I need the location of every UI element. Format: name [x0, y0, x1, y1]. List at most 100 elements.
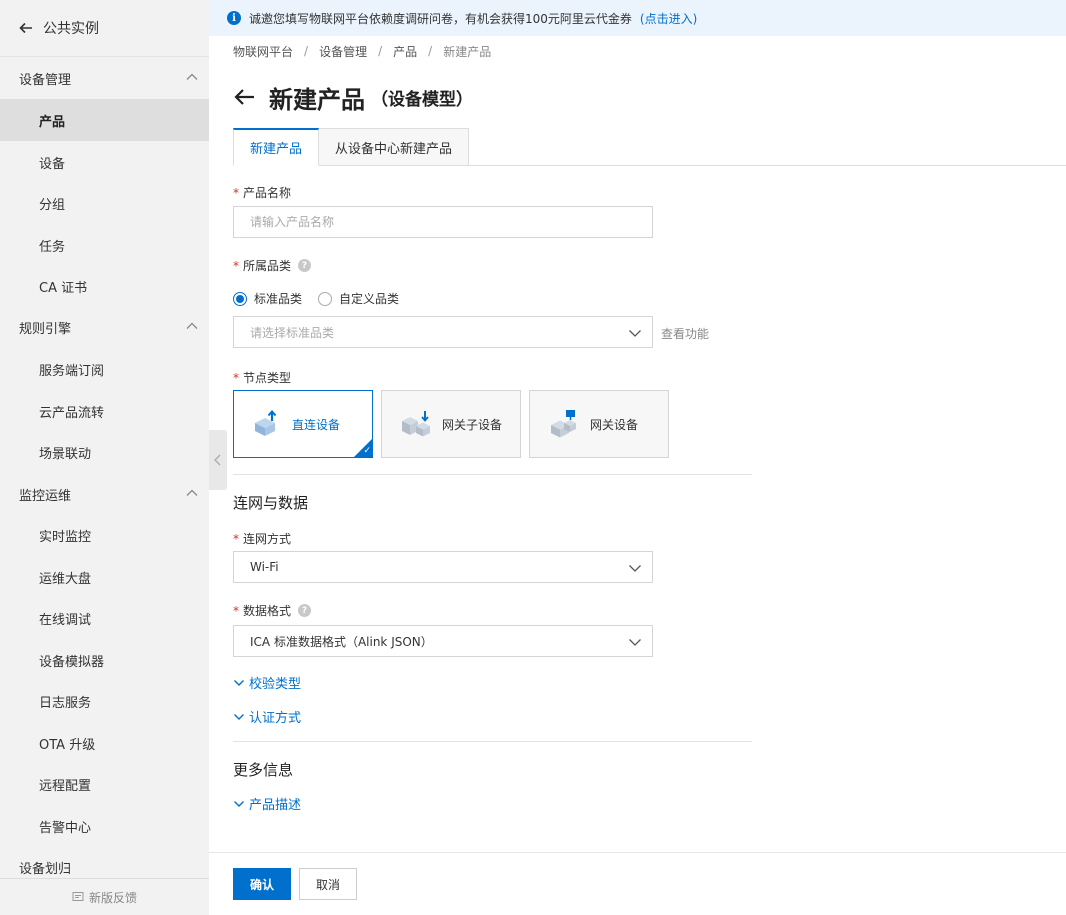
sidebar-item-group[interactable]: 分组	[0, 182, 209, 224]
data-format-select[interactable]: ICA 标准数据格式（Alink JSON）	[233, 625, 653, 657]
back-arrow-icon[interactable]	[233, 88, 255, 106]
gateway-device-icon	[551, 410, 576, 438]
tab-new-product[interactable]: 新建产品	[233, 128, 320, 166]
sidebar-item-label: OTA 升级	[39, 737, 96, 753]
field-label-text: 产品名称	[243, 186, 292, 200]
chevron-left-icon	[214, 454, 221, 466]
page-header: 新建产品 （设备模型）	[233, 78, 473, 116]
chevron-down-icon	[234, 679, 244, 686]
sidebar-group-label: 规则引擎	[19, 321, 72, 337]
sidebar-group-device-management[interactable]: 设备管理	[0, 57, 209, 99]
sidebar-item-task[interactable]: 任务	[0, 224, 209, 266]
sidebar-item-remote-config[interactable]: 远程配置	[0, 763, 209, 805]
sidebar-item-product[interactable]: 产品	[0, 99, 209, 141]
breadcrumb-item[interactable]: 产品	[393, 43, 417, 60]
sidebar-group-label: 设备划归	[19, 861, 72, 877]
radio-button[interactable]	[233, 291, 247, 306]
chevron-down-icon	[629, 639, 641, 646]
sidebar: 公共实例 设备管理 产品 设备 分组 任务 CA 证书 规则引擎 服务端订阅 云…	[0, 0, 209, 915]
sidebar-item-alert-center[interactable]: 告警中心	[0, 805, 209, 847]
help-icon[interactable]: ?	[298, 259, 312, 272]
tab-from-device-center[interactable]: 从设备中心新建产品	[319, 128, 470, 166]
feedback-button[interactable]: 新版反馈	[0, 878, 209, 915]
sidebar-item-ota-upgrade[interactable]: OTA 升级	[0, 722, 209, 764]
radio-button[interactable]	[318, 291, 333, 306]
sidebar-item-ops-dashboard[interactable]: 运维大盘	[0, 556, 209, 598]
sidebar-item-device[interactable]: 设备	[0, 141, 209, 183]
field-label-text: 连网方式	[243, 532, 292, 546]
auth-method-toggle[interactable]: 认证方式	[233, 707, 301, 726]
direct-device-icon	[255, 409, 277, 436]
breadcrumb-item[interactable]: 物联网平台	[233, 43, 293, 60]
connect-method-label: * 连网方式	[233, 530, 291, 547]
sidebar-item-label: CA 证书	[39, 280, 88, 296]
required-mark: *	[233, 531, 239, 546]
breadcrumb: 物联网平台 / 设备管理 / 产品 / 新建产品	[233, 43, 491, 59]
sidebar-item-label: 远程配置	[39, 778, 92, 794]
select-value: ICA 标准数据格式（Alink JSON）	[250, 634, 433, 649]
network-data-section-title: 连网与数据	[233, 494, 309, 512]
data-format-label: * 数据格式 ?	[233, 602, 312, 619]
view-features-link[interactable]: 查看功能	[661, 325, 709, 342]
select-placeholder: 请选择标准品类	[250, 325, 335, 340]
sidebar-item-data-forwarding[interactable]: 云产品流转	[0, 390, 209, 432]
radio-custom-category[interactable]: 自定义品类	[318, 290, 399, 307]
section-divider	[233, 741, 752, 742]
confirm-button[interactable]: 确认	[233, 868, 291, 900]
sidebar-item-device-simulator[interactable]: 设备模拟器	[0, 639, 209, 681]
sidebar-item-realtime-monitor[interactable]: 实时监控	[0, 514, 209, 556]
survey-notice-bar: i 诚邀您填写物联网平台依赖度调研问卷，有机会获得100元阿里云代金券 (点击进…	[209, 0, 1066, 36]
sidebar-item-ca-cert[interactable]: CA 证书	[0, 265, 209, 307]
chevron-up-icon	[186, 489, 198, 496]
verify-type-toggle[interactable]: 校验类型	[233, 673, 301, 692]
toggle-label: 校验类型	[249, 677, 302, 692]
standard-category-select[interactable]: 请选择标准品类	[233, 316, 653, 348]
product-name-input[interactable]	[233, 206, 653, 238]
chevron-up-icon	[186, 322, 198, 329]
node-type-card-gateway-subdevice[interactable]: 网关子设备	[381, 390, 521, 458]
category-label: * 所属品类 ?	[233, 257, 312, 274]
sidebar-collapse-handle[interactable]	[209, 430, 227, 490]
back-to-instances-button[interactable]: 公共实例	[0, 0, 209, 57]
radio-label: 标准品类	[254, 292, 303, 306]
required-mark: *	[233, 603, 239, 618]
check-icon: ✓	[363, 446, 371, 456]
help-icon[interactable]: ?	[298, 604, 312, 617]
chevron-down-icon	[629, 330, 641, 337]
sidebar-group-monitoring[interactable]: 监控运维	[0, 473, 209, 515]
breadcrumb-separator: /	[428, 44, 433, 58]
node-type-card-direct-device[interactable]: 直连设备 ✓	[233, 390, 373, 458]
sidebar-item-log-service[interactable]: 日志服务	[0, 680, 209, 722]
node-type-label: * 节点类型	[233, 369, 291, 386]
info-icon: i	[227, 11, 241, 25]
sidebar-item-label: 日志服务	[39, 695, 92, 711]
sidebar-item-server-subscription[interactable]: 服务端订阅	[0, 348, 209, 390]
gateway-subdevice-icon	[402, 411, 430, 437]
more-info-section-title: 更多信息	[233, 761, 294, 779]
sidebar-item-online-debug[interactable]: 在线调试	[0, 597, 209, 639]
product-name-label: * 产品名称	[233, 184, 291, 201]
sidebar-group-rule-engine[interactable]: 规则引擎	[0, 306, 209, 348]
field-label-text: 节点类型	[243, 371, 292, 385]
notice-link[interactable]: (点击进入)	[640, 10, 697, 27]
toggle-label: 产品描述	[249, 798, 302, 813]
radio-standard-category[interactable]: 标准品类	[233, 290, 302, 307]
toggle-label: 认证方式	[249, 711, 302, 726]
arrow-left-icon	[19, 22, 32, 34]
notice-text: 诚邀您填写物联网平台依赖度调研问卷，有机会获得100元阿里云代金券	[249, 11, 632, 26]
sidebar-item-label: 分组	[39, 197, 66, 213]
product-description-toggle[interactable]: 产品描述	[233, 794, 301, 813]
feedback-icon	[72, 892, 84, 901]
sidebar-item-label: 告警中心	[39, 820, 92, 836]
sidebar-item-label: 实时监控	[39, 529, 92, 545]
sidebar-item-scene-linkage[interactable]: 场景联动	[0, 431, 209, 473]
breadcrumb-item[interactable]: 设备管理	[319, 43, 367, 60]
required-mark: *	[233, 185, 239, 200]
connect-method-select[interactable]: Wi-Fi	[233, 551, 653, 583]
node-type-card-gateway-device[interactable]: 网关设备	[529, 390, 669, 458]
tabs: 新建产品 从设备中心新建产品	[233, 128, 470, 166]
field-label-text: 数据格式	[243, 604, 292, 618]
cancel-button[interactable]: 取消	[299, 868, 357, 900]
select-value: Wi-Fi	[250, 560, 279, 574]
sidebar-item-label: 服务端订阅	[39, 363, 105, 379]
